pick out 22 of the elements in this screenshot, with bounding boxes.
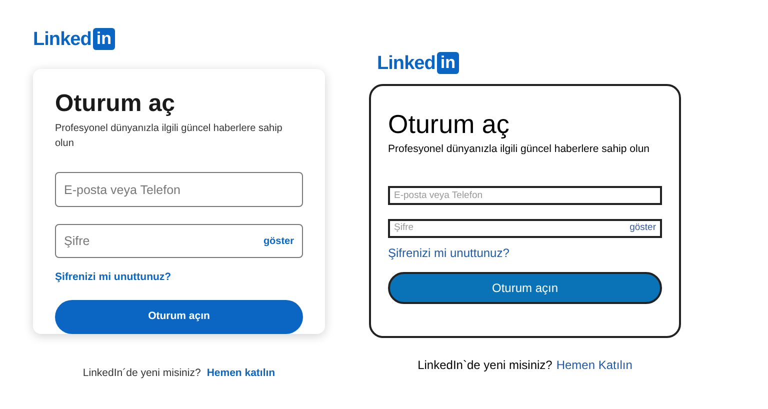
join-now-link[interactable]: Hemen Katılın [556,356,632,374]
email-field[interactable]: E-posta veya Telefon [388,186,662,205]
join-now-link[interactable]: Hemen katılın [206,366,276,382]
new-member-text: LinkedIn´de yeni misiniz? [82,366,201,381]
logo-badge: in [93,28,114,50]
login-subtitle: Profesyonel dünyanızla ilgili güncel haberlere sahip olun [388,142,651,157]
password-field[interactable]: Şifre göster [388,218,662,238]
email-field[interactable]: E-posta veya Telefon [55,172,303,208]
sign-in-button[interactable]: Oturum açın [388,272,662,304]
login-subtitle: Profesyonel dünyanızla ilgili güncel haberlere sahip olun [55,122,284,151]
login-title: Oturum aç [55,89,176,119]
login-title: Oturum aç [388,108,510,140]
forgot-password-link[interactable]: Şifrenizi mi unuttunuz? [388,244,510,262]
password-field[interactable]: Şifre göster [55,224,303,258]
show-password-button[interactable]: göster [630,221,656,236]
logo-wordmark: Linked [33,30,92,48]
show-password-button[interactable]: göster [263,234,294,249]
logo-badge: in [437,52,458,74]
forgot-password-link[interactable]: Şifrenizi mi unuttunuz? [55,270,172,286]
sign-in-button[interactable]: Oturum açın [55,300,303,334]
logo-wordmark: Linked [377,54,436,72]
new-member-text: LinkedIn`de yeni misiniz? [418,357,552,374]
